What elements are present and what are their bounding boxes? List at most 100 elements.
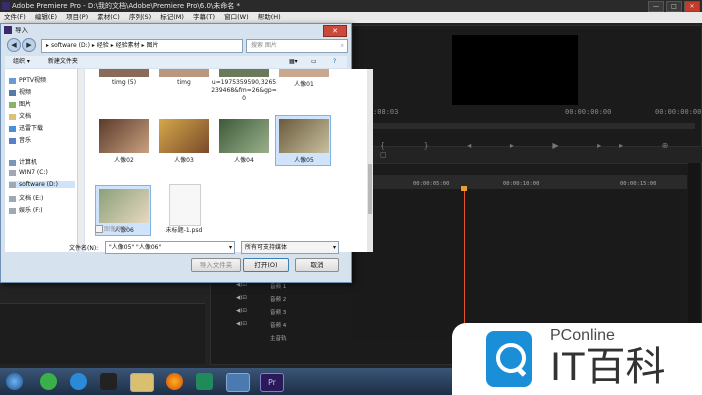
- nav-item-pictures[interactable]: 图片: [9, 99, 31, 108]
- speaker-icon[interactable]: ◀)⊡: [236, 308, 247, 314]
- file-thumb[interactable]: [99, 119, 149, 153]
- dialog-close-button[interactable]: ✕: [323, 25, 347, 37]
- psd-file-icon[interactable]: [169, 184, 201, 226]
- file-name: 人像04: [234, 157, 254, 164]
- menu-title[interactable]: 字幕(T): [193, 13, 215, 21]
- program-timecode-left: 00:00:00:00: [565, 108, 612, 116]
- preview-pane-icon[interactable]: ▭: [311, 56, 317, 68]
- maximize-button[interactable]: □: [666, 1, 682, 12]
- address-bar[interactable]: ▸ software (D:) ▸ 经验 ▸ 经验素材 ▸ 图片: [41, 39, 243, 53]
- premiere-logo-icon: [2, 2, 10, 10]
- audio-meter: [688, 163, 700, 343]
- menu-sequence[interactable]: 序列(S): [129, 13, 151, 21]
- download-icon: [9, 125, 16, 132]
- search-box[interactable]: 搜索 图片 ⌕: [246, 39, 348, 53]
- file-thumb[interactable]: [99, 69, 149, 77]
- menu-file[interactable]: 文件(F): [4, 13, 26, 21]
- qq-icon[interactable]: [100, 373, 117, 390]
- timeline-tracks-area[interactable]: [352, 189, 687, 339]
- nav-item-drive-f[interactable]: 娱乐 (F:): [9, 205, 43, 214]
- app-icon-window[interactable]: [226, 373, 250, 392]
- menu-marker[interactable]: 标记(M): [160, 13, 184, 21]
- track-label-master: 主音轨: [270, 336, 287, 342]
- filetype-select[interactable]: 所有可支持媒体 ▾: [241, 241, 339, 254]
- forward-button[interactable]: ▶: [22, 38, 36, 52]
- drive-icon: [9, 181, 16, 188]
- drive-icon: [9, 195, 16, 202]
- track-label-audio4: 音频 4: [270, 323, 287, 329]
- premiere-menubar: 文件(F) 编辑(E) 项目(P) 素材(C) 序列(S) 标记(M) 字幕(T…: [0, 12, 702, 23]
- help-icon[interactable]: ?: [333, 56, 336, 68]
- filename-input[interactable]: "人像05" "人像06" ▾: [105, 241, 235, 254]
- import-folder-button[interactable]: 导入文件夹: [191, 258, 241, 272]
- file-thumb[interactable]: [159, 69, 209, 77]
- breadcrumb-sucai[interactable]: 经验素材: [116, 42, 140, 49]
- back-button[interactable]: ◀: [7, 38, 21, 52]
- organize-button[interactable]: 组织 ▾: [13, 58, 30, 65]
- chevron-down-icon[interactable]: ▾: [333, 242, 336, 253]
- monitor-scrubber[interactable]: [355, 123, 695, 129]
- premiere-titlebar: Adobe Premiere Pro - D:\我的文档\Adobe\Premi…: [0, 0, 702, 12]
- file-thumb[interactable]: [279, 119, 329, 153]
- transport-controls[interactable]: { } ◂ ▸ ▶ ▸▸ ⊕ ◻: [380, 141, 690, 159]
- file-name: 未标题-1.psd: [165, 227, 203, 234]
- image-sequence-checkbox[interactable]: [95, 225, 103, 233]
- nav-item-music[interactable]: 音乐: [9, 135, 31, 144]
- brand-tagline: IT百科: [550, 345, 666, 389]
- nav-item-drive-c[interactable]: WIN7 (C:): [9, 169, 48, 176]
- menu-edit[interactable]: 编辑(E): [35, 13, 57, 21]
- nav-item-xunlei[interactable]: 迅雷下载: [9, 123, 43, 132]
- project-panel-bottom: [0, 303, 205, 364]
- chevron-down-icon[interactable]: ▾: [229, 242, 232, 253]
- documents-icon: [9, 113, 16, 120]
- menu-help[interactable]: 帮助(H): [258, 13, 281, 21]
- nav-item-pptv[interactable]: PPTV视频: [9, 75, 46, 84]
- file-name: timg: [177, 79, 191, 86]
- breadcrumb-pictures[interactable]: 图片: [146, 42, 158, 49]
- file-thumb[interactable]: [219, 119, 269, 153]
- track-label-audio1: 音频 1: [270, 284, 287, 290]
- cancel-button[interactable]: 取消: [295, 258, 339, 272]
- explorer-icon[interactable]: [130, 373, 154, 392]
- premiere-title: Adobe Premiere Pro - D:\我的文档\Adobe\Premi…: [12, 2, 241, 10]
- file-thumb[interactable]: [159, 119, 209, 153]
- pconline-watermark: PConline IT百科: [452, 323, 702, 395]
- nav-item-computer[interactable]: 计算机: [9, 157, 37, 166]
- files-scrollbar[interactable]: [367, 69, 373, 252]
- view-options-icon[interactable]: ▦▾: [289, 56, 298, 68]
- navigation-pane: PPTV视频 视频 图片 文档 迅雷下载 音乐 计算机 WIN7 (C:) so…: [5, 69, 78, 252]
- menu-clip[interactable]: 素材(C): [97, 13, 120, 21]
- file-thumb[interactable]: [99, 189, 149, 223]
- search-input[interactable]: 搜索 图片: [251, 42, 277, 49]
- speaker-icon[interactable]: ◀)⊡: [236, 321, 247, 327]
- close-button[interactable]: ✕: [684, 1, 700, 12]
- premiere-taskbar-icon[interactable]: Pr: [260, 373, 284, 392]
- file-thumb[interactable]: [279, 69, 329, 77]
- breadcrumb-jingyan[interactable]: 经验: [97, 42, 109, 49]
- open-button[interactable]: 打开(O): [243, 258, 289, 272]
- file-name: u=1975359590,3265239468&fm=26&gp=0: [211, 79, 277, 102]
- files-scrollbar-thumb[interactable]: [368, 164, 372, 214]
- firefox-icon[interactable]: [166, 373, 183, 390]
- breadcrumb-drive[interactable]: software (D:): [51, 42, 90, 49]
- app-icon-player[interactable]: [196, 373, 213, 390]
- program-monitor-screen: [452, 35, 578, 105]
- nav-item-drive-e[interactable]: 文档 (E:): [9, 193, 43, 202]
- music-icon: [9, 137, 16, 144]
- app-icon-360[interactable]: [40, 373, 57, 390]
- dialog-toolbar: 组织 ▾ 新建文件夹 ▦▾ ▭ ?: [5, 56, 347, 68]
- nav-item-video[interactable]: 视频: [9, 87, 31, 96]
- pictures-icon: [9, 101, 16, 108]
- nav-scrollbar[interactable]: [78, 69, 84, 252]
- app-icon-browser[interactable]: [70, 373, 87, 390]
- playhead-handle[interactable]: [461, 186, 467, 191]
- nav-item-drive-d[interactable]: software (D:): [9, 181, 75, 188]
- file-thumb[interactable]: [219, 69, 269, 77]
- minimize-button[interactable]: —: [648, 1, 664, 12]
- new-folder-button[interactable]: 新建文件夹: [48, 58, 78, 65]
- start-button[interactable]: [6, 373, 23, 390]
- speaker-icon[interactable]: ◀)⊡: [236, 295, 247, 301]
- menu-window[interactable]: 窗口(W): [224, 13, 249, 21]
- nav-item-documents[interactable]: 文档: [9, 111, 31, 120]
- menu-project[interactable]: 项目(P): [66, 13, 88, 21]
